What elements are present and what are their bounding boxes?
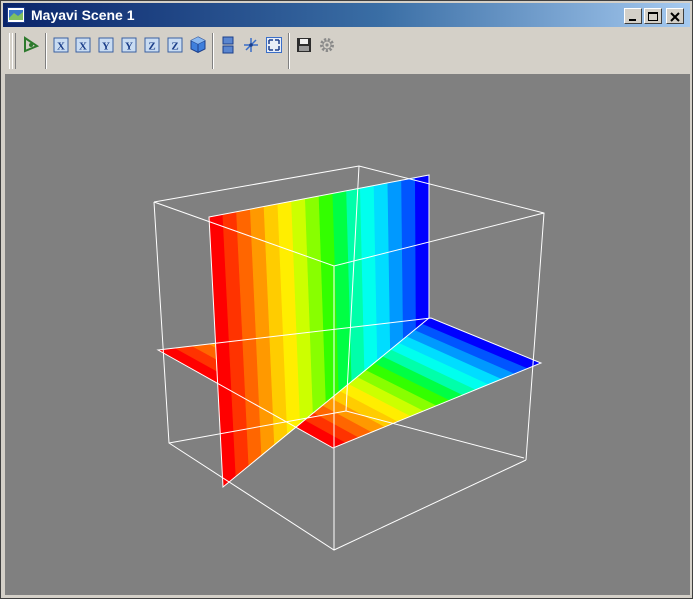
fullscreen-icon: [266, 37, 282, 53]
maximize-button[interactable]: [644, 8, 662, 24]
toolbar-separator: [212, 33, 214, 69]
maximize-icon: [648, 12, 658, 21]
view-x-positive-button[interactable]: X: [51, 35, 71, 55]
configure-scene-button[interactable]: [317, 35, 337, 55]
svg-text:Y: Y: [125, 41, 133, 53]
minimize-icon: [629, 19, 636, 21]
svg-text:Z: Z: [148, 41, 155, 53]
show-axes-button[interactable]: [241, 35, 261, 55]
vertical-plane-color-band: [387, 179, 404, 351]
scalar-cut-planes: [157, 174, 542, 488]
axis-x-icon: X: [53, 37, 69, 53]
axis-z-icon: Z: [167, 37, 183, 53]
fullscreen-button[interactable]: [264, 35, 284, 55]
pipeline-icon: [24, 36, 40, 53]
close-icon: [670, 12, 680, 22]
view-z-negative-button[interactable]: Z: [165, 35, 185, 55]
scene-app-icon: [7, 7, 25, 23]
toolbar-separator: [288, 33, 290, 69]
toolbar-separator: [45, 33, 47, 69]
mayavi-window: Mayavi Scene 1 X X Y Y Z Z: [0, 0, 693, 599]
rotate-pipeline-button[interactable]: [21, 35, 41, 55]
toolbar-grip[interactable]: [12, 33, 16, 69]
vertical-plane-color-band: [401, 177, 417, 340]
svg-text:Z: Z: [171, 41, 178, 53]
axis-y-icon: Y: [121, 37, 137, 53]
close-button[interactable]: [666, 8, 684, 24]
parallel-projection-button[interactable]: [218, 35, 238, 55]
title-bar[interactable]: Mayavi Scene 1: [3, 3, 690, 27]
scene-toolbar: X X Y Y Z Z: [3, 29, 690, 73]
projection-icon: [222, 36, 234, 54]
svg-text:Y: Y: [102, 41, 110, 53]
gear-icon: [320, 38, 334, 52]
view-y-positive-button[interactable]: Y: [96, 35, 116, 55]
axis-z-icon: Z: [144, 37, 160, 53]
floppy-disk-icon: [297, 38, 311, 52]
isometric-view-button[interactable]: [188, 35, 208, 55]
view-z-positive-button[interactable]: Z: [142, 35, 162, 55]
save-scene-button[interactable]: [294, 35, 314, 55]
render-viewport[interactable]: [5, 74, 690, 595]
view-y-negative-button[interactable]: Y: [119, 35, 139, 55]
window-title: Mayavi Scene 1: [31, 7, 135, 23]
vertical-plane-color-band: [414, 174, 430, 330]
view-x-negative-button[interactable]: X: [73, 35, 93, 55]
svg-text:X: X: [79, 41, 87, 53]
axis-x-icon: X: [75, 37, 91, 53]
axes-icon: [244, 38, 258, 52]
axis-y-icon: Y: [98, 37, 114, 53]
minimize-button[interactable]: [624, 8, 642, 24]
svg-text:X: X: [57, 41, 65, 53]
cube-icon: [190, 36, 206, 54]
3d-scene-canvas[interactable]: [5, 74, 690, 595]
